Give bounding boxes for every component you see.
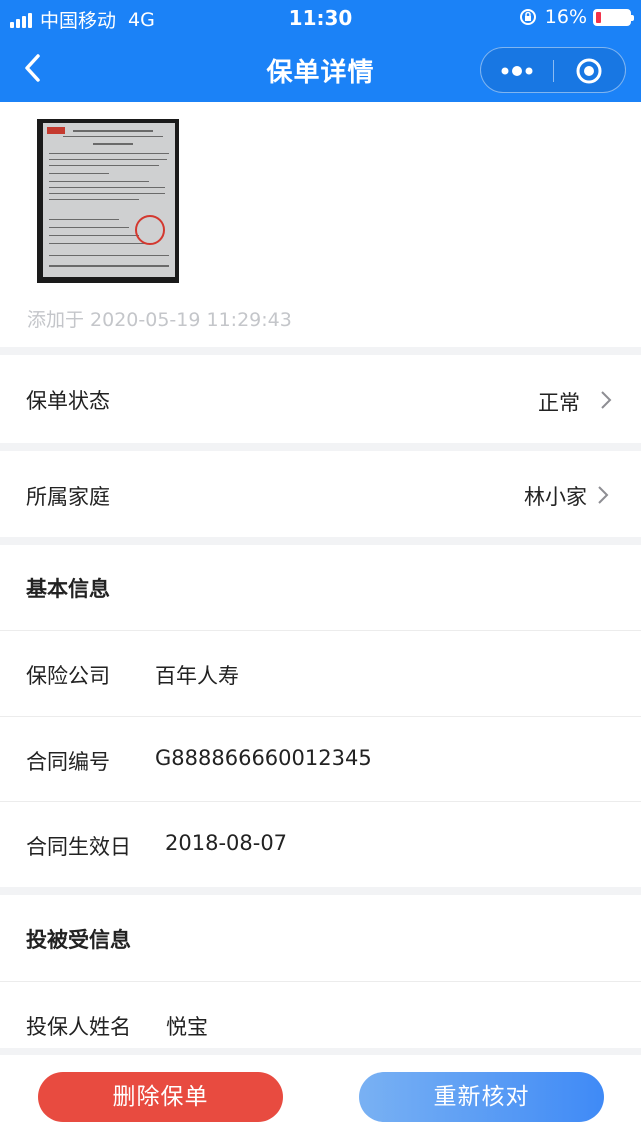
effective-date-value: 2018-08-07 <box>165 831 288 855</box>
status-bar: 中国移动 4G 11:30 16% <box>0 0 641 36</box>
policy-status-row[interactable]: 保单状态 正常 <box>0 355 641 443</box>
insurer-logo-mark <box>47 127 65 134</box>
policy-status-label: 保单状态 <box>26 389 110 413</box>
battery-icon <box>593 8 634 26</box>
insurer-label: 保险公司 <box>26 664 110 688</box>
basic-info-section: 基本信息 保险公司 百年人寿 合同编号 G888866660012345 合同生… <box>0 545 641 887</box>
status-right: 16% <box>519 6 634 28</box>
battery-fill <box>596 11 601 23</box>
target-circle-icon[interactable] <box>575 57 603 85</box>
added-timestamp: 添加于 2020-05-19 11:29:43 <box>27 309 292 331</box>
mini-program-capsule <box>480 47 626 93</box>
insurer-value: 百年人寿 <box>155 664 239 688</box>
policy-status-value: 正常 <box>538 391 580 415</box>
family-value: 林小家 <box>524 485 587 509</box>
official-seal-stamp <box>135 215 165 245</box>
battery-percent: 16% <box>544 6 587 28</box>
bottom-action-bar: 删除保单 重新核对 <box>0 1055 641 1140</box>
divider <box>0 981 641 982</box>
policyholder-name-value: 悦宝 <box>166 1015 208 1039</box>
recheck-button[interactable]: 重新核对 <box>359 1072 604 1122</box>
document-paper <box>43 123 175 277</box>
divider <box>0 716 641 717</box>
header-bar: 中国移动 4G 11:30 16% 保单详情 <box>0 0 641 102</box>
basic-info-title: 基本信息 <box>26 577 110 601</box>
divider <box>0 630 641 631</box>
policyholder-name-label: 投保人姓名 <box>26 1015 131 1039</box>
family-row[interactable]: 所属家庭 林小家 <box>0 451 641 537</box>
divider <box>0 801 641 802</box>
capsule-divider <box>553 60 554 82</box>
chevron-right-icon <box>601 391 612 409</box>
contract-number-label: 合同编号 <box>26 750 110 774</box>
rotation-lock-icon <box>519 9 536 25</box>
effective-date-label: 合同生效日 <box>26 835 131 859</box>
delete-policy-button[interactable]: 删除保单 <box>38 1072 283 1122</box>
insured-info-section: 投被受信息 投保人姓名 悦宝 <box>0 895 641 1048</box>
chevron-right-icon <box>598 486 609 504</box>
policy-document-thumbnail[interactable] <box>37 119 179 283</box>
contract-number-value: G888866660012345 <box>155 746 372 770</box>
document-photo-section: 添加于 2020-05-19 11:29:43 <box>0 102 641 347</box>
family-label: 所属家庭 <box>26 485 110 509</box>
insured-info-title: 投被受信息 <box>26 928 131 952</box>
more-dots-icon[interactable] <box>499 62 535 80</box>
